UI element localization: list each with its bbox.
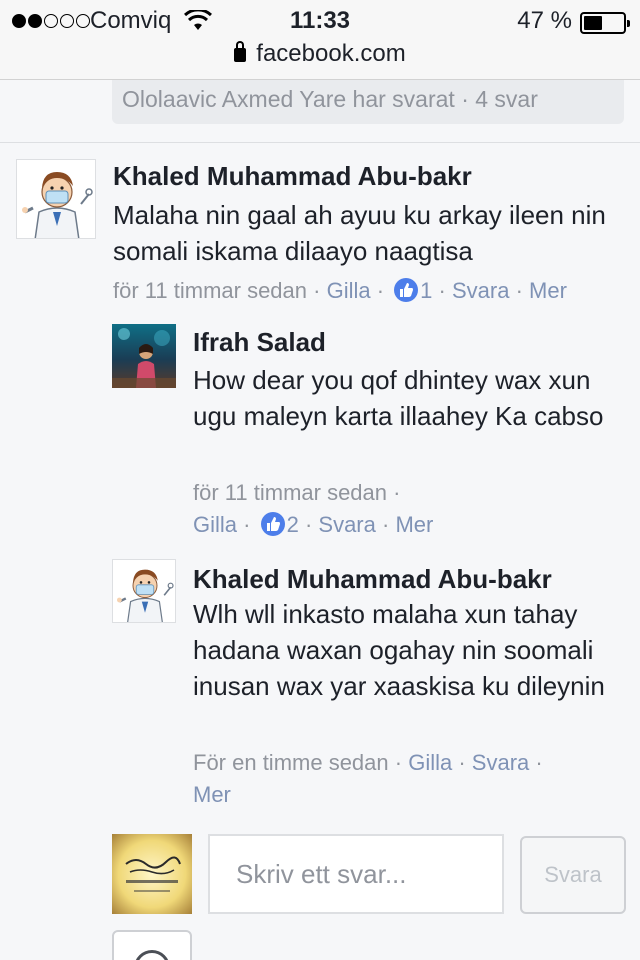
divider: [0, 142, 640, 143]
like-button[interactable]: Gilla: [193, 512, 237, 537]
like-count[interactable]: 2: [287, 512, 299, 537]
battery-icon: [580, 12, 630, 34]
reply-input[interactable]: [208, 834, 504, 914]
more-icon: [134, 950, 170, 960]
more-link[interactable]: Mer: [395, 512, 433, 537]
more-link[interactable]: Mer: [193, 782, 231, 807]
comment-time: för 11 timmar sedan: [193, 480, 388, 505]
reply-submit-button[interactable]: Svara: [520, 836, 626, 914]
replies-summary[interactable]: Ololaavic Axmed Yare har svarat · 4 svar: [112, 80, 624, 124]
battery-percent: 47 %: [517, 7, 572, 34]
comment-time: för 11 timmar sedan: [113, 278, 308, 303]
comment-text: Wlh wll inkasto malaha xun tahay hadana …: [193, 599, 605, 701]
comment-author[interactable]: Khaled Muhammad Abu-bakr: [193, 564, 552, 595]
thumbs-up-icon: [394, 278, 419, 302]
comment-text: How dear you qof dhintey wax xun ugu mal…: [193, 365, 604, 431]
comment-author[interactable]: Ifrah Salad: [193, 327, 326, 358]
comment-text: Malaha nin gaal ah ayuu ku arkay ileen n…: [113, 200, 606, 266]
comment-meta: för 11 timmar sedan · Gilla · 1 · Svara …: [113, 278, 567, 303]
like-count[interactable]: 1: [420, 278, 432, 303]
like-button[interactable]: Gilla: [408, 750, 452, 775]
comment-meta: för 11 timmar sedan · Gilla · 2 · Svara …: [193, 480, 434, 537]
comment-author[interactable]: Khaled Muhammad Abu-bakr: [113, 161, 472, 192]
comment-time: För en timme sedan: [193, 750, 389, 775]
reply-link[interactable]: Svara: [472, 750, 529, 775]
user-avatar: [112, 834, 192, 914]
url-text: facebook.com: [256, 40, 406, 67]
more-options-button[interactable]: [112, 930, 192, 960]
like-button[interactable]: Gilla: [327, 278, 371, 303]
reply-link[interactable]: Svara: [318, 512, 375, 537]
more-link[interactable]: Mer: [529, 278, 567, 303]
profile-photo-avatar[interactable]: [112, 324, 176, 388]
comment-meta: För en timme sedan · Gilla · Svara · Mer: [193, 750, 543, 807]
doctor-avatar[interactable]: [112, 559, 176, 623]
reply-link[interactable]: Svara: [452, 278, 509, 303]
thumbs-up-icon: [260, 512, 285, 536]
address-bar[interactable]: facebook.com: [0, 40, 640, 68]
status-bar: Comviq 11:33 47 % facebook.com: [0, 0, 640, 80]
doctor-avatar[interactable]: [16, 159, 96, 239]
lock-icon: [234, 41, 247, 62]
